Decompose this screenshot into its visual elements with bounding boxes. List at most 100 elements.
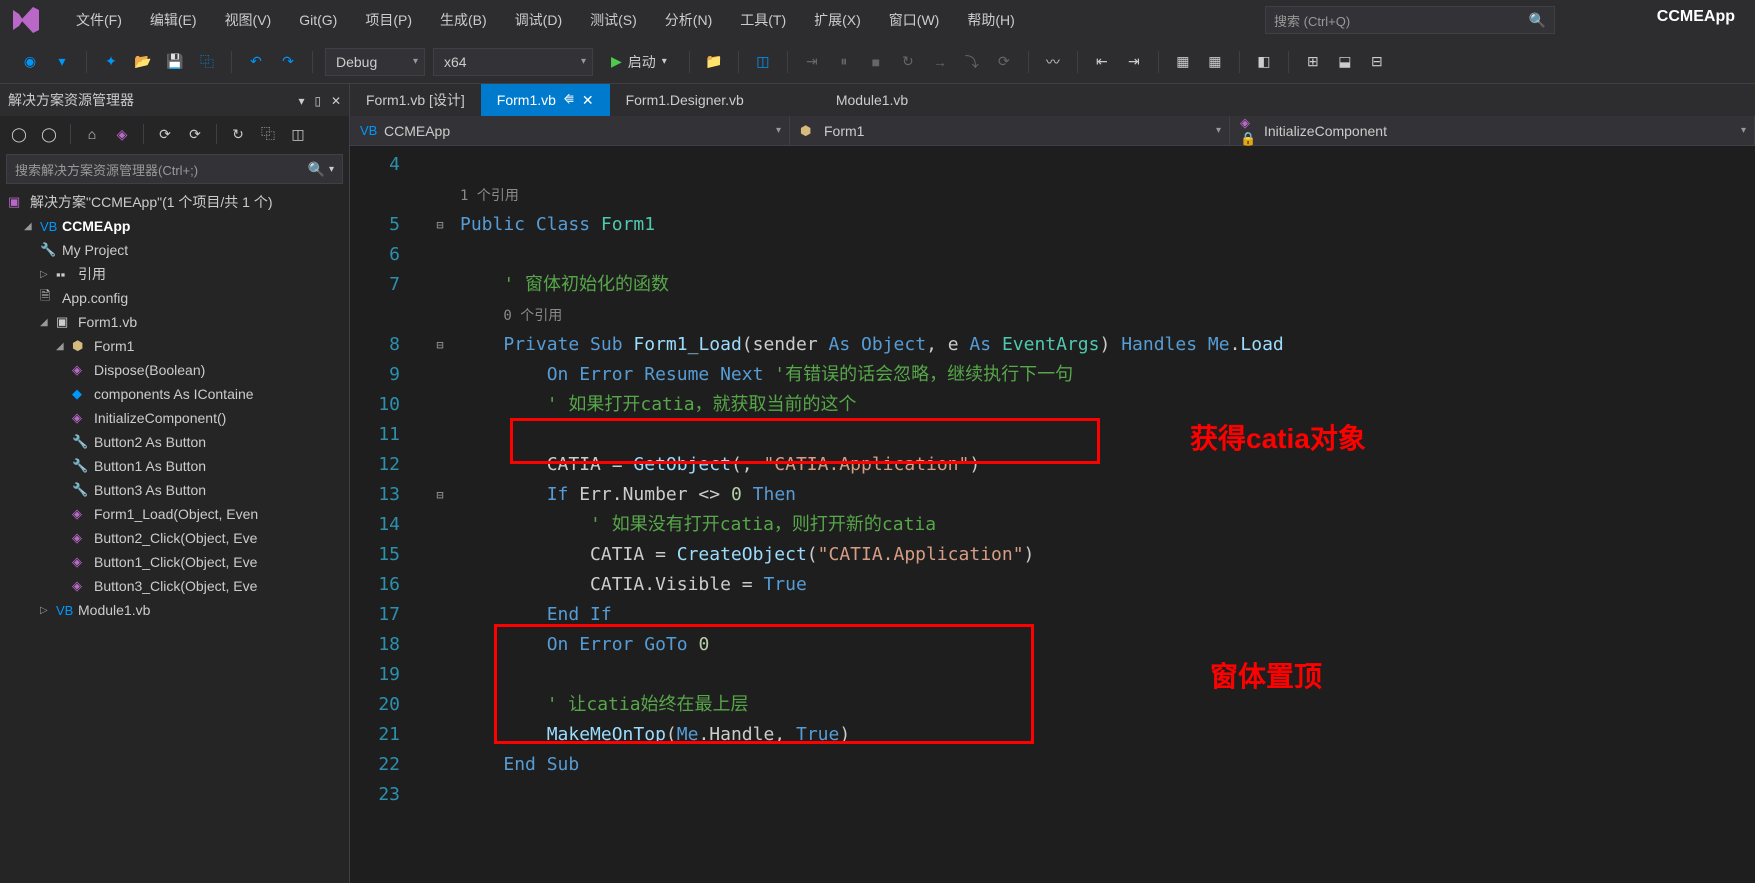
indent-in-button[interactable]: ⇥ xyxy=(1120,48,1148,76)
find-in-files-button[interactable]: 📁 xyxy=(700,48,728,76)
menu-build[interactable]: 生成(B) xyxy=(426,10,501,30)
references-icon: ▪▪ xyxy=(56,267,74,282)
pin-icon[interactable]: ⭅ xyxy=(564,94,574,107)
menu-analyze[interactable]: 分析(N) xyxy=(651,10,726,30)
uncomment-button[interactable]: ▦ xyxy=(1201,48,1229,76)
solution-search-input[interactable]: 搜索解决方案资源管理器(Ctrl+;) 🔍 ▾ xyxy=(6,154,343,184)
tree-form1-class[interactable]: ◢⬢Form1 xyxy=(0,334,349,358)
solution-explorer-title-bar: 解决方案资源管理器 ▾ ▯ ✕ xyxy=(0,84,349,116)
more2-button[interactable]: ⬓ xyxy=(1331,48,1359,76)
bookmark-button[interactable]: ◧ xyxy=(1250,48,1278,76)
nav-method-combo[interactable]: ◈🔒InitializeComponent xyxy=(1230,116,1755,145)
tree-btn1[interactable]: 🔧Button1 As Button xyxy=(0,454,349,478)
tree-initcomp[interactable]: ◈InitializeComponent() xyxy=(0,406,349,430)
comment-button[interactable]: ▦ xyxy=(1169,48,1197,76)
tab-form1-design[interactable]: Form1.vb [设计] xyxy=(350,84,481,116)
tree-components[interactable]: ◆components As IContaine xyxy=(0,382,349,406)
tree-solution-root[interactable]: ▣解决方案"CCMEApp"(1 个项目/共 1 个) xyxy=(0,190,349,214)
platform-combo[interactable]: x64 xyxy=(433,48,593,76)
tree-form1-vb[interactable]: ◢▣Form1.vb xyxy=(0,310,349,334)
fold-toggle[interactable]: ⊟ xyxy=(430,480,450,510)
more1-button[interactable]: ⊞ xyxy=(1299,48,1327,76)
tree-form1load[interactable]: ◈Form1_Load(Object, Even xyxy=(0,502,349,526)
pin-icon[interactable]: ▯ xyxy=(314,94,321,108)
dropdown-icon[interactable]: ▾ xyxy=(299,94,305,108)
tree-btn3click[interactable]: ◈Button3_Click(Object, Eve xyxy=(0,574,349,598)
menu-extensions[interactable]: 扩展(X) xyxy=(800,10,875,30)
tree-dispose[interactable]: ◈Dispose(Boolean) xyxy=(0,358,349,382)
nav-fwd-button[interactable]: ▾ xyxy=(48,48,76,76)
menu-file[interactable]: 文件(F) xyxy=(62,10,136,30)
step-into-button[interactable]: ⇥ xyxy=(798,48,826,76)
new-file-button[interactable]: ✦ xyxy=(97,48,125,76)
redo-button[interactable]: ↷ xyxy=(274,48,302,76)
tree-btn3[interactable]: 🔧Button3 As Button xyxy=(0,478,349,502)
expand-icon[interactable]: ◢ xyxy=(40,317,56,328)
close-icon[interactable]: ✕ xyxy=(331,94,341,108)
open-file-button[interactable]: 📂 xyxy=(129,48,157,76)
fwd-icon[interactable]: ◯ xyxy=(36,121,62,147)
expand-icon[interactable]: ▷ xyxy=(40,269,56,280)
next-button[interactable]: → xyxy=(926,48,954,76)
global-search-input[interactable]: 搜索 (Ctrl+Q) 🔍 xyxy=(1265,6,1555,34)
menu-project[interactable]: 项目(P) xyxy=(351,10,426,30)
method-icon: ◈ xyxy=(72,530,90,546)
fold-toggle[interactable]: ⊟ xyxy=(430,210,450,240)
menu-tools[interactable]: 工具(T) xyxy=(726,10,800,30)
configuration-combo[interactable]: Debug xyxy=(325,48,425,76)
code-editor[interactable]: 4 5 6 7 8 9 10 11 12 13 14 15 16 17 18 1… xyxy=(350,146,1755,883)
tab-form1-vb[interactable]: Form1.vb⭅✕ xyxy=(481,84,610,116)
properties-icon[interactable]: ◫ xyxy=(285,121,311,147)
method-icon: ◈ xyxy=(72,362,90,378)
close-icon[interactable]: ✕ xyxy=(582,92,594,109)
menu-debug[interactable]: 调试(D) xyxy=(501,10,576,30)
play-icon: ▶ xyxy=(611,53,622,70)
filter-icon[interactable]: ⟳ xyxy=(182,121,208,147)
nav-project-combo[interactable]: VBCCMEApp xyxy=(350,116,790,145)
menu-window[interactable]: 窗口(W) xyxy=(875,10,954,30)
wave-button[interactable]: 〰 xyxy=(1039,48,1067,76)
fold-toggle[interactable]: ⊟ xyxy=(430,330,450,360)
menu-git[interactable]: Git(G) xyxy=(285,12,351,28)
tree-module1[interactable]: ▷VBModule1.vb xyxy=(0,598,349,622)
step-out-button[interactable]: ■ xyxy=(862,48,890,76)
code-content[interactable]: 1 个引用 Public Class Form1 ' 窗体初始化的函数 0 个引… xyxy=(450,146,1755,883)
indent-out-button[interactable]: ⇤ xyxy=(1088,48,1116,76)
expand-icon[interactable]: ▷ xyxy=(40,605,56,616)
tree-btn2[interactable]: 🔧Button2 As Button xyxy=(0,430,349,454)
sync-icon[interactable]: ⟳ xyxy=(152,121,178,147)
expand-icon[interactable]: ◢ xyxy=(24,221,40,232)
save-all-button[interactable]: ⿻ xyxy=(193,48,221,76)
expand-icon[interactable]: ◢ xyxy=(56,341,72,352)
tree-btn1click[interactable]: ◈Button1_Click(Object, Eve xyxy=(0,550,349,574)
menu-test[interactable]: 测试(S) xyxy=(576,10,651,30)
nav-class-combo[interactable]: ⬢Form1 xyxy=(790,116,1230,145)
refresh-icon[interactable]: ↻ xyxy=(225,121,251,147)
menu-view[interactable]: 视图(V) xyxy=(211,10,286,30)
start-debug-button[interactable]: ▶ 启动 ▾ xyxy=(597,52,681,72)
tree-app-config[interactable]: 🗎App.config xyxy=(0,286,349,310)
more3-button[interactable]: ⊟ xyxy=(1363,48,1391,76)
tree-btn2click[interactable]: ◈Button2_Click(Object, Eve xyxy=(0,526,349,550)
undo-button[interactable]: ↶ xyxy=(242,48,270,76)
menu-edit[interactable]: 编辑(E) xyxy=(136,10,211,30)
img-button[interactable]: ◫ xyxy=(749,48,777,76)
tree-references[interactable]: ▷▪▪引用 xyxy=(0,262,349,286)
run-to-cursor-button[interactable]: ↻ xyxy=(894,48,922,76)
nav-back-button[interactable]: ◉ xyxy=(16,48,44,76)
editor-tabs: Form1.vb [设计] Form1.vb⭅✕ Form1.Designer.… xyxy=(350,84,1755,116)
collapse-icon[interactable]: ⿻ xyxy=(255,121,281,147)
home-icon[interactable]: ⌂ xyxy=(79,121,105,147)
back-icon[interactable]: ◯ xyxy=(6,121,32,147)
prev-button[interactable]: ⤵ xyxy=(958,48,986,76)
toggle-button[interactable]: ⟳ xyxy=(990,48,1018,76)
menu-help[interactable]: 帮助(H) xyxy=(953,10,1028,30)
tree-my-project[interactable]: 🔧My Project xyxy=(0,238,349,262)
tab-form1-designer-vb[interactable]: Form1.Designer.vb xyxy=(610,84,760,116)
tree-project[interactable]: ◢VBCCMEApp xyxy=(0,214,349,238)
save-button[interactable]: 💾 xyxy=(161,48,189,76)
switch-view-icon[interactable]: ◈ xyxy=(109,121,135,147)
step-over-button[interactable]: ⏸ xyxy=(830,48,858,76)
wrench-icon: 🔧 xyxy=(72,434,90,450)
tab-module1-vb[interactable]: Module1.vb xyxy=(820,84,924,116)
